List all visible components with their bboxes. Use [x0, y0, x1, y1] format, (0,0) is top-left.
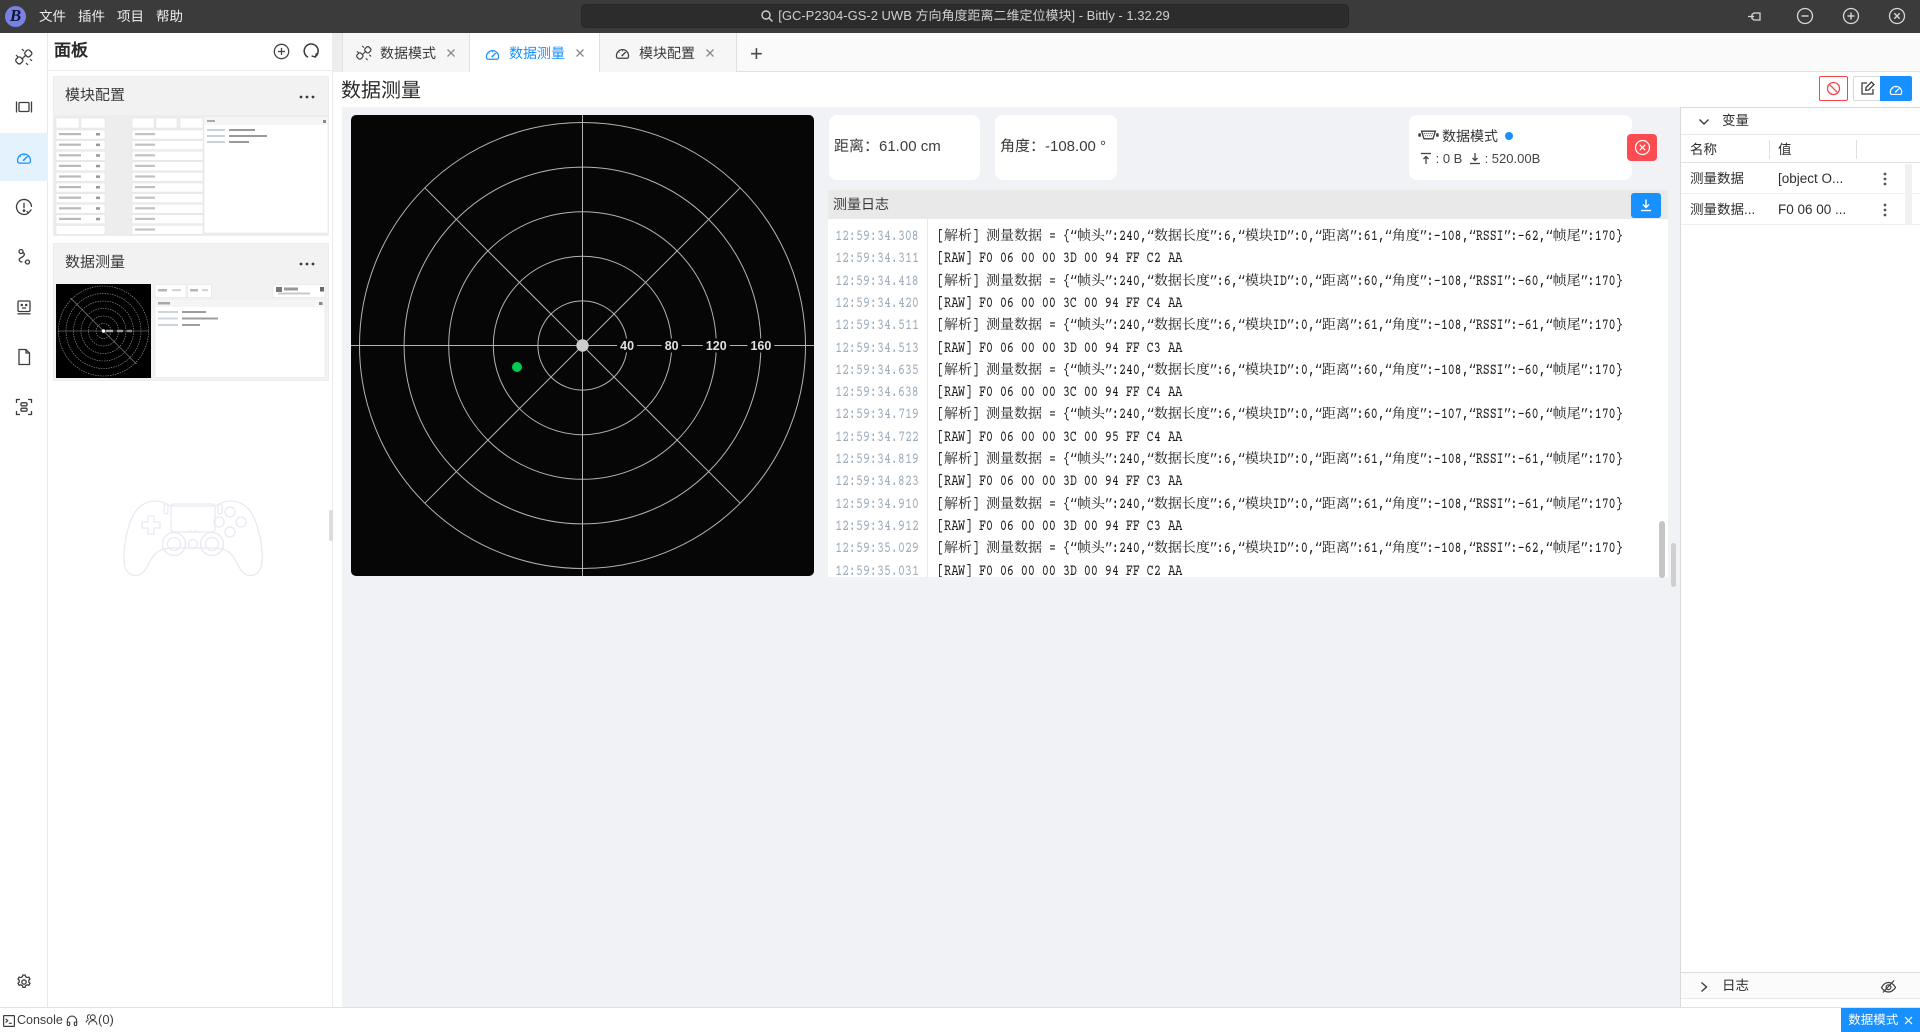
svg-text:80: 80 — [665, 339, 679, 353]
svg-text:40: 40 — [620, 339, 634, 353]
svg-text:120: 120 — [706, 339, 727, 353]
svg-text:160: 160 — [750, 339, 771, 353]
